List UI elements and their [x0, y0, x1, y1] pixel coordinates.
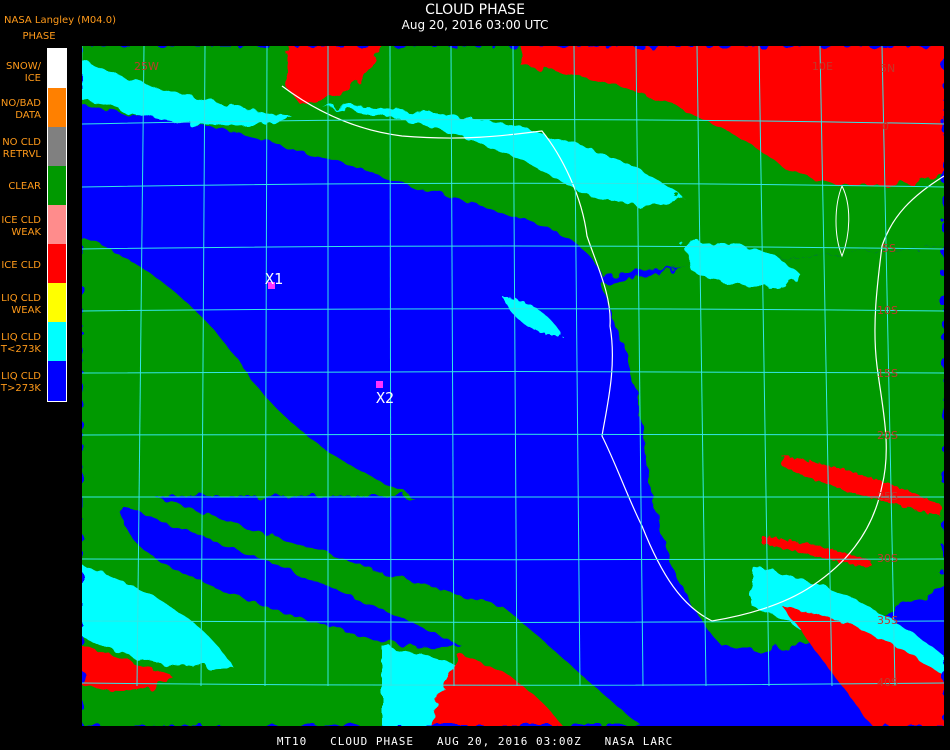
- footer-caption: MT10 CLOUD PHASE AUG 20, 2016 03:00Z NAS…: [276, 735, 674, 748]
- legend-swatch-snow-ice: [48, 49, 66, 88]
- legend-label-no-bad-data: NO/BAD DATA: [0, 98, 41, 121]
- legend-label-ice-cld-weak: ICE CLD WEAK: [1, 215, 41, 238]
- lat-label-0: 0: [882, 120, 889, 133]
- legend-label-clear: CLEAR: [8, 181, 41, 192]
- legend-swatch-liq-cld-cold: [48, 322, 66, 361]
- legend-label-liq-cld-warm: LIQ CLD T>273K: [0, 371, 41, 394]
- legend-label-liq-cld-weak: LIQ CLD WEAK: [1, 293, 41, 316]
- lat-label-35s: 35S: [877, 614, 898, 627]
- lat-label-5n: 5N: [880, 62, 895, 75]
- legend-label-no-cld-retrvl: NO CLD RETRVL: [2, 137, 41, 160]
- map-title: CLOUD PHASE: [425, 2, 525, 18]
- legend-title: PHASE: [22, 31, 56, 42]
- lon-label-25w: 25W: [134, 60, 159, 73]
- lat-label-15s: 15S: [877, 367, 898, 380]
- legend-label-liq-cld-cold: LIQ CLD T<273K: [0, 332, 41, 355]
- lat-label-30s: 30S: [877, 552, 898, 565]
- lon-label-10e: 10E: [812, 60, 833, 73]
- legend-label-ice-cld: ICE CLD: [1, 260, 41, 271]
- legend-swatch-liq-cld-weak: [48, 283, 66, 322]
- lat-label-5s: 5S: [882, 242, 896, 255]
- map-subtitle: Aug 20, 2016 03:00 UTC: [401, 18, 549, 32]
- legend-swatch-ice-cld-weak: [48, 205, 66, 244]
- lat-label-10s: 10S: [877, 304, 898, 317]
- legend-swatch-liq-cld-warm: [48, 361, 66, 401]
- lat-label-40s: 40S: [877, 676, 898, 689]
- legend-colorbar: [47, 48, 67, 402]
- cloud-phase-map: 5N 0 5S 10S 15S 20S 25S 30S 35S 40S 25W …: [82, 46, 944, 726]
- legend-label-snow-ice: SNOW/ ICE: [6, 61, 41, 84]
- legend-swatch-no-bad-data: [48, 88, 66, 127]
- legend-swatch-no-cld-retrvl: [48, 127, 66, 166]
- lat-label-20s: 20S: [877, 429, 898, 442]
- legend-swatch-clear: [48, 166, 66, 205]
- marker-x2-label: X2: [376, 389, 394, 407]
- legend-swatch-ice-cld: [48, 244, 66, 283]
- lat-label-25s: 25S: [877, 490, 898, 503]
- marker-x2-point: [376, 381, 383, 388]
- marker-x1-label: X1: [265, 270, 283, 288]
